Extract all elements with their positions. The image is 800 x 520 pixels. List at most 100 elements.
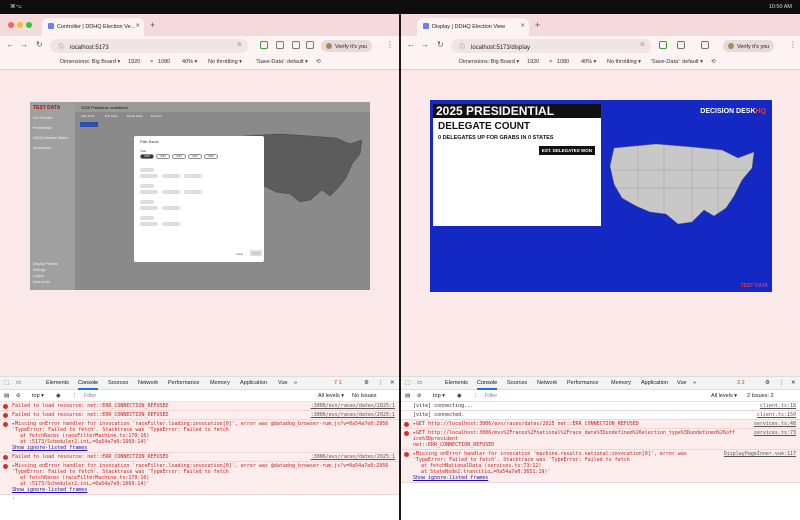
year-chip-2024[interactable]: 2024 <box>156 154 170 159</box>
verify-profile-button[interactable]: Verify it's you <box>723 40 775 52</box>
list-item[interactable]: ▸Missing onError handler for invocation … <box>0 462 399 495</box>
close-window-icon[interactable] <box>8 22 14 28</box>
tab-poll-stats[interactable]: Poll Stats <box>105 114 118 118</box>
devtools-menu-icon[interactable]: ⋮ <box>779 380 785 386</box>
filter-input[interactable]: Filter <box>485 393 497 399</box>
close-tab-icon[interactable]: ✕ <box>520 23 525 29</box>
tab-performance[interactable]: Performance <box>567 380 599 386</box>
width-input[interactable]: 1920 <box>128 59 140 65</box>
throttle-select[interactable]: No throttling ▾ <box>208 59 242 65</box>
show-ignored-frames-link[interactable]: Show ignore-listed frames <box>12 487 395 493</box>
list-item[interactable]: ▸GET http://localhost:3006/mvs%2Fraces%2… <box>401 429 800 450</box>
year-chip-2022[interactable]: 2022 <box>188 154 202 159</box>
log-source-link[interactable]: :3006/evs/races/dates/2025:1 <box>311 454 395 460</box>
list-item[interactable]: ▸Missing onError handler for invocation … <box>0 420 399 453</box>
rotate-icon[interactable]: ⟲ <box>711 59 716 65</box>
site-info-icon[interactable]: ⓘ <box>459 45 465 51</box>
maximize-window-icon[interactable] <box>26 22 32 28</box>
issues-count[interactable]: 2 Issues: 2 <box>747 393 774 399</box>
year-chip-2020[interactable]: 2020 <box>204 154 218 159</box>
tab-sources[interactable]: Sources <box>108 380 128 386</box>
extension-icon[interactable] <box>659 41 667 49</box>
extensions-puzzle-icon[interactable] <box>276 41 284 49</box>
sidebar-item-settings[interactable]: Settings <box>33 268 46 272</box>
tab-network[interactable]: Network <box>138 380 158 386</box>
primary-action-button[interactable] <box>80 122 98 127</box>
tab-vue[interactable]: Vue <box>677 380 687 386</box>
height-input[interactable]: 1080 <box>158 59 170 65</box>
tab-performance[interactable]: Performance <box>168 380 200 386</box>
list-item[interactable]: ▸GET http://localhost:3006/evs/races/dat… <box>401 420 800 429</box>
height-input[interactable]: 1080 <box>557 59 569 65</box>
log-source-link[interactable]: services.ts:73 <box>754 430 796 436</box>
tab-model-stats[interactable]: Model Stats <box>127 114 143 118</box>
tab-memory[interactable]: Memory <box>611 380 631 386</box>
tab-elements[interactable]: Elements <box>46 380 69 386</box>
eye-icon[interactable]: ◉ <box>56 393 61 399</box>
bookmark-star-icon[interactable]: ☆ <box>237 41 242 48</box>
back-icon[interactable]: ← <box>407 40 415 49</box>
year-chip-2023[interactable]: 2023 <box>172 154 186 159</box>
sidebar-item-network[interactable]: DDHQ Network States <box>33 136 68 140</box>
error-badge[interactable]: 7 1 <box>334 380 342 386</box>
reload-icon[interactable]: ↻ <box>437 40 444 49</box>
tab-network[interactable]: Network <box>537 380 557 386</box>
save-data-select[interactable]: 'Save-Data': default ▾ <box>256 59 308 65</box>
levels-select[interactable]: All levels ▾ <box>711 393 737 399</box>
menu-kebab-icon[interactable]: ⋮ <box>789 40 797 49</box>
menu-kebab-icon[interactable]: ⋮ <box>386 40 394 49</box>
bookmark-star-icon[interactable]: ☆ <box>640 41 645 48</box>
inspect-icon[interactable]: ⬚ <box>405 380 410 386</box>
extension-icon[interactable] <box>260 41 268 49</box>
zoom-select[interactable]: 40% ▾ <box>182 59 197 65</box>
apply-button[interactable]: Apply <box>250 250 262 256</box>
dimensions-select[interactable]: Dimensions: Big Board ▾ <box>60 59 120 65</box>
tab-application[interactable]: Application <box>641 380 668 386</box>
close-devtools-icon[interactable]: ✕ <box>390 380 395 386</box>
clear-console-icon[interactable]: ⊘ <box>417 393 422 399</box>
device-toggle-icon[interactable]: ▭ <box>417 380 422 386</box>
sidebar-item-presidential[interactable]: Presidential <box>33 126 51 130</box>
device-toggle-icon[interactable]: ▭ <box>16 380 21 386</box>
tab-memory[interactable]: Memory <box>210 380 230 386</box>
sidebar-item-darkmode[interactable]: Dark mode <box>33 280 50 284</box>
log-source-link[interactable]: DisplayPageInner.vue:117 <box>724 451 796 457</box>
tab-application[interactable]: Application <box>240 380 267 386</box>
minimize-window-icon[interactable] <box>17 22 23 28</box>
address-bar[interactable]: ⓘ localhost:5173 ☆ <box>50 39 248 53</box>
log-source-link[interactable]: :3006/evs/races/dates/2025:1 <box>311 403 395 409</box>
clear-console-icon[interactable]: ⊘ <box>16 393 21 399</box>
show-ignored-frames-link[interactable]: Show ignore-listed frames <box>12 445 395 451</box>
settings-gear-icon[interactable]: ⚙ <box>364 380 369 386</box>
save-data-select[interactable]: 'Save-Data': default ▾ <box>651 59 703 65</box>
tab-elements[interactable]: Elements <box>445 380 468 386</box>
sidebar-item-logout[interactable]: Logout <box>33 274 44 278</box>
extensions-puzzle-icon[interactable] <box>677 41 685 49</box>
show-ignored-frames-link[interactable]: Show ignore-listed frames <box>413 475 796 481</box>
tab-controller[interactable]: Controller | DDHQ Election Ve... ✕ <box>42 18 144 36</box>
forward-icon[interactable]: → <box>20 40 28 49</box>
sidebar-toggle-icon[interactable]: ▤ <box>4 393 9 399</box>
verify-profile-button[interactable]: Verify it's you <box>321 40 373 52</box>
tab-vue[interactable]: Vue <box>278 380 288 386</box>
tab-preview[interactable]: Preview <box>151 114 162 118</box>
context-select[interactable]: top ▾ <box>433 393 445 399</box>
filter-input[interactable]: Filter <box>84 393 96 399</box>
log-source-link[interactable]: client.ts:18 <box>760 403 796 409</box>
zoom-select[interactable]: 40% ▾ <box>581 59 596 65</box>
sidebar-item-preview[interactable]: Display Preview <box>33 262 58 266</box>
tab-console[interactable]: Console <box>477 380 498 390</box>
settings-gear-icon[interactable]: ⚙ <box>765 380 770 386</box>
tab-display[interactable]: Display | DDHQ Election View ✕ <box>417 18 529 36</box>
tab-search-icon[interactable] <box>306 41 314 49</box>
log-source-link[interactable]: :3006/evs/races/dates/2025:1 <box>311 412 395 418</box>
site-info-icon[interactable]: ⓘ <box>58 45 64 51</box>
tab-sources[interactable]: Sources <box>507 380 527 386</box>
list-item[interactable]: ▸Missing onError handler for invocation … <box>401 450 800 483</box>
log-source-link[interactable]: client.ts:150 <box>757 412 796 418</box>
downloads-icon[interactable] <box>292 41 300 49</box>
rotate-icon[interactable]: ⟲ <box>316 59 321 65</box>
sidebar-toggle-icon[interactable]: ▤ <box>405 393 410 399</box>
new-tab-icon[interactable]: + <box>535 20 540 30</box>
inspect-icon[interactable]: ⬚ <box>4 380 9 386</box>
